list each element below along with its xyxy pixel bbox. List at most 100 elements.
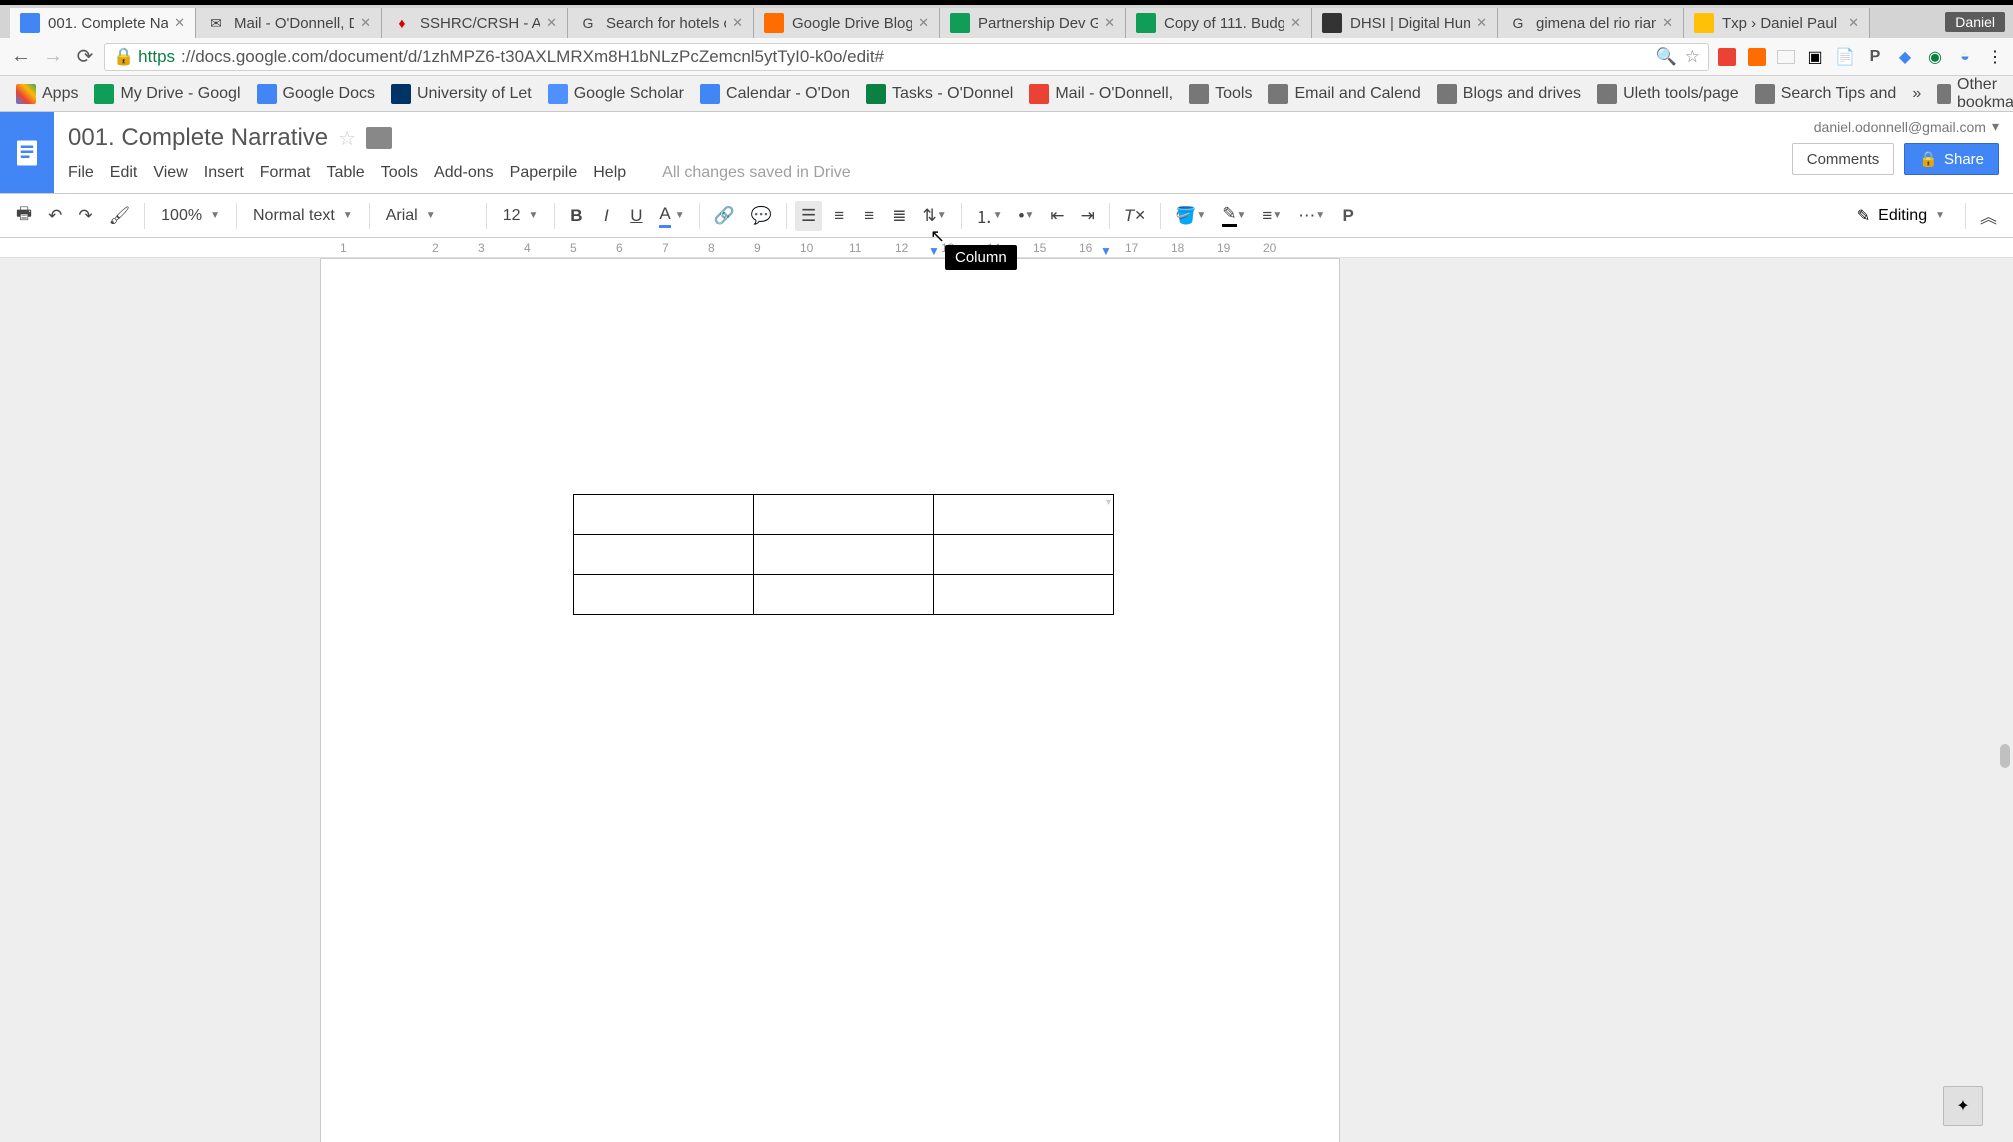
forward-button[interactable]: → [40,44,66,70]
close-icon[interactable]: ✕ [546,15,557,31]
border-width-button[interactable]: ≡▼ [1256,201,1288,231]
paperpile-button[interactable]: P [1335,201,1361,231]
menu-icon[interactable]: ⋮ [1985,47,2005,67]
bookmark-item[interactable]: My Drive - Googl [86,80,248,108]
menu-table[interactable]: Table [326,164,364,182]
close-icon[interactable]: ✕ [174,15,185,31]
star-icon[interactable]: ☆ [1685,47,1700,67]
bookmark-item[interactable]: Mail - O'Donnell, [1021,80,1181,108]
link-button[interactable]: 🔗 [708,201,741,231]
bookmark-apps[interactable]: Apps [8,80,86,108]
clear-formatting-button[interactable]: T✕ [1118,201,1152,231]
bookmark-folder[interactable]: Tools [1181,80,1260,108]
paint-format-button[interactable]: 🖌 [103,201,137,231]
table-cell[interactable] [754,535,934,575]
bulleted-list-button[interactable]: •▼ [1013,201,1041,231]
table-cell[interactable] [574,535,754,575]
tab-7[interactable]: DHSI | Digital Hum✕ [1312,8,1498,38]
ext-icon[interactable] [1717,47,1737,67]
menu-help[interactable]: Help [593,164,626,182]
menu-insert[interactable]: Insert [204,164,244,182]
comments-button[interactable]: Comments [1792,143,1895,175]
menu-edit[interactable]: Edit [110,164,138,182]
increase-indent-button[interactable]: ⇥ [1075,201,1101,231]
close-icon[interactable]: ✕ [1662,15,1673,31]
text-color-button[interactable]: A▼ [653,201,690,231]
decrease-indent-button[interactable]: ⇤ [1044,201,1070,231]
redo-button[interactable]: ↷ [72,201,98,231]
ext-icon[interactable]: ▣ [1805,47,1825,67]
menu-addons[interactable]: Add-ons [434,164,494,182]
document-title[interactable]: 001. Complete Narrative [68,124,328,152]
menu-paperpile[interactable]: Paperpile [510,164,578,182]
bookmark-folder[interactable]: Email and Calend [1260,80,1428,108]
table-cell[interactable] [574,495,754,535]
align-right-button[interactable]: ≡ [856,201,882,231]
star-icon[interactable]: ☆ [338,126,356,151]
close-icon[interactable]: ✕ [1476,15,1487,31]
bookmark-item[interactable]: Calendar - O'Don [692,80,858,108]
reload-button[interactable]: ⟳ [72,44,98,70]
collapse-toolbar-button[interactable]: ︽ [1974,201,2003,231]
zoom-icon[interactable]: 🔍 [1656,47,1677,67]
table-row[interactable] [574,535,1114,575]
bookmark-item[interactable]: Tasks - O'Donnel [858,80,1021,108]
paragraph-style-select[interactable]: Normal text▼ [245,207,361,225]
fill-color-button[interactable]: 🪣▼ [1169,201,1212,231]
bookmark-item[interactable]: Google Scholar [540,80,692,108]
document-table[interactable]: ▾ [573,494,1114,615]
print-button[interactable]: 🖶 [10,201,38,231]
menu-format[interactable]: Format [260,164,311,182]
tab-6[interactable]: Copy of 111. Budg✕ [1126,8,1312,38]
explore-button[interactable]: ✦ [1943,1086,1983,1126]
ext-icon[interactable]: ◒ [1955,47,1975,67]
tab-1[interactable]: ✉Mail - O'Donnell, D✕ [196,8,382,38]
cell-menu-icon[interactable]: ▾ [1106,497,1111,508]
bookmark-item[interactable]: Google Docs [249,80,384,108]
underline-button[interactable]: U [623,201,649,231]
table-cell[interactable] [934,535,1114,575]
back-button[interactable]: ← [8,44,34,70]
table-cell[interactable] [754,495,934,535]
profile-badge[interactable]: Daniel [1945,12,2005,32]
docs-logo[interactable] [0,112,54,193]
tab-2[interactable]: ♦SSHRC/CRSH - App✕ [382,8,568,38]
bookmark-folder[interactable]: Uleth tools/page [1589,80,1747,108]
table-cell[interactable] [754,575,934,615]
document-page[interactable]: ▾ [320,258,1340,1142]
tab-3[interactable]: GSearch for hotels c✕ [568,8,754,38]
column-marker-icon[interactable]: ▼ [1100,244,1112,258]
menu-view[interactable]: View [153,164,187,182]
tab-5[interactable]: Partnership Dev G✕ [940,8,1126,38]
italic-button[interactable]: I [593,201,619,231]
table-cell[interactable] [934,575,1114,615]
font-size-select[interactable]: 12▼ [495,207,547,225]
border-color-button[interactable]: ✎▼ [1216,201,1252,231]
ext-icon[interactable]: P [1865,47,1885,67]
table-row[interactable] [574,575,1114,615]
tab-9[interactable]: Txp › Daniel Paul O✕ [1684,8,1870,38]
close-icon[interactable]: ✕ [918,15,929,31]
font-select[interactable]: Arial▼ [378,207,478,225]
ext-icon[interactable]: ◆ [1895,47,1915,67]
table-cell[interactable] [574,575,754,615]
table-cell[interactable]: ▾ [934,495,1114,535]
border-style-button[interactable]: ⋯▼ [1292,201,1331,231]
bookmark-folder[interactable]: Search Tips and [1747,80,1905,108]
folder-icon[interactable] [366,127,392,149]
bold-button[interactable]: B [563,201,589,231]
align-left-button[interactable]: ☰ [795,201,822,231]
bookmark-folder[interactable]: Blogs and drives [1429,80,1589,108]
close-icon[interactable]: ✕ [1848,15,1859,31]
ext-icon[interactable]: ◉ [1925,47,1945,67]
comment-button[interactable]: 💬 [745,201,778,231]
share-button[interactable]: 🔒Share [1904,143,1999,175]
bookmarks-overflow[interactable]: » [1904,81,1929,107]
menu-file[interactable]: File [68,164,94,182]
bookmark-item[interactable]: University of Let [383,80,540,108]
url-field[interactable]: 🔒 https ://docs.google.com/document/d/1z… [104,43,1709,71]
tab-8[interactable]: Ggimena del rio rian✕ [1498,8,1684,38]
align-justify-button[interactable]: ≣ [886,201,912,231]
ext-icon[interactable]: 📄 [1835,47,1855,67]
close-icon[interactable]: ✕ [360,15,371,31]
